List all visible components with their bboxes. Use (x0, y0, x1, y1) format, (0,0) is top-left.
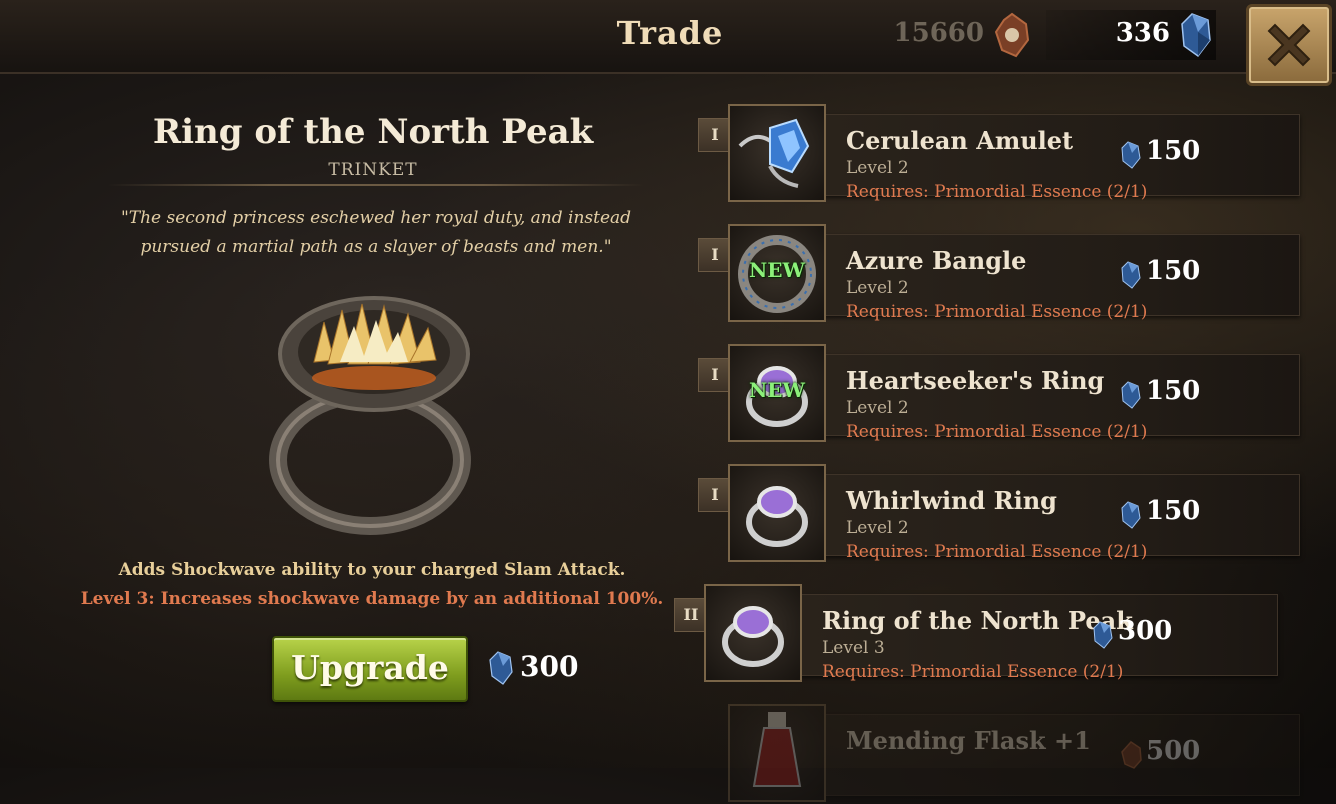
item-requirement: Requires: Primordial Essence (2/1) (846, 302, 1148, 322)
gem-icon (489, 651, 513, 685)
gem-icon (1121, 501, 1141, 529)
item-price: 150 (1146, 376, 1201, 406)
item-name: Azure Bangle (846, 246, 1027, 275)
page-title: Trade (616, 14, 724, 52)
item-price: 150 (1146, 136, 1201, 166)
gold-coin-icon (994, 12, 1030, 58)
item-price: 300 (1118, 616, 1173, 646)
close-icon (1267, 23, 1311, 67)
item-lore: "The second princess eschewed her royal … (120, 208, 632, 257)
item-thumbnail: NEW (728, 344, 826, 442)
gem-balance: 336 (1115, 18, 1170, 48)
flask-icon (752, 712, 802, 787)
item-level-effect: Level 3: Increases shockwave damage by a… (80, 589, 664, 609)
ring-artwork (269, 296, 471, 535)
new-badge: NEW (749, 378, 805, 402)
trade-item-row[interactable]: Mending Flask +1 500 (698, 704, 1302, 804)
ring-icon (722, 606, 784, 667)
item-requirement: Requires: Primordial Essence (2/1) (846, 182, 1148, 202)
tier-label: I (698, 238, 732, 272)
item-requirement: Requires: Primordial Essence (2/1) (846, 542, 1148, 562)
gem-icon (1121, 141, 1141, 169)
gem-icon (1181, 13, 1211, 58)
amulet-icon (738, 118, 810, 188)
close-button[interactable] (1246, 4, 1332, 86)
trade-item-row[interactable]: I NEW Heartseeker's Ring Level 2 Requires: P… (698, 344, 1302, 444)
item-thumbnail (728, 704, 826, 802)
upgrade-cost: 300 (520, 650, 579, 683)
tier-label: I (698, 118, 732, 152)
item-price: 150 (1146, 256, 1201, 286)
trade-item-row[interactable]: I NEW Azure Bangle Level 2 Requires: Primord… (698, 224, 1302, 324)
trade-item-row[interactable]: I Whirlwind Ring Level 2 Requires: Primordi… (698, 464, 1302, 564)
item-price: 150 (1146, 496, 1201, 526)
item-price: 500 (1146, 736, 1201, 766)
item-name: Ring of the North Peak (822, 606, 1133, 635)
trade-item-row[interactable]: I Cerulean Amulet Level 2 Requires: Primord… (698, 104, 1302, 204)
item-thumbnail (728, 104, 826, 202)
item-requirement: Requires: Primordial Essence (2/1) (846, 422, 1148, 442)
item-thumbnail (704, 584, 802, 682)
divider (108, 184, 644, 186)
tier-label: I (698, 478, 732, 512)
top-bar: Trade 15660 336 (0, 0, 1336, 86)
item-name: Heartseeker's Ring (846, 366, 1105, 395)
item-name: Mending Flask +1 (846, 726, 1091, 755)
item-level: Level 2 (846, 518, 909, 538)
trade-item-row[interactable]: II Ring of the North Peak Level 3 Requires:… (674, 584, 1280, 684)
item-type: TRINKET (328, 160, 418, 180)
gem-icon (1121, 261, 1141, 289)
ring-icon (746, 486, 808, 547)
item-thumbnail: NEW (728, 224, 826, 322)
item-requirement: Requires: Primordial Essence (2/1) (822, 662, 1124, 682)
gem-icon (1121, 381, 1141, 409)
gem-icon (1093, 621, 1113, 649)
item-description: Adds Shockwave ability to your charged S… (118, 560, 626, 580)
gold-coin-icon (1121, 741, 1142, 769)
item-level: Level 2 (846, 278, 909, 298)
item-level: Level 3 (822, 638, 885, 658)
item-name: Cerulean Amulet (846, 126, 1074, 155)
item-name: Whirlwind Ring (846, 486, 1057, 515)
item-thumbnail (728, 464, 826, 562)
tier-label: II (674, 598, 708, 632)
item-title: Ring of the North Peak (152, 112, 594, 152)
tier-label: I (698, 358, 732, 392)
upgrade-button[interactable]: Upgrade (272, 636, 468, 702)
new-badge: NEW (749, 258, 805, 282)
item-level: Level 2 (846, 398, 909, 418)
item-level: Level 2 (846, 158, 909, 178)
gold-balance: 15660 (893, 18, 984, 48)
